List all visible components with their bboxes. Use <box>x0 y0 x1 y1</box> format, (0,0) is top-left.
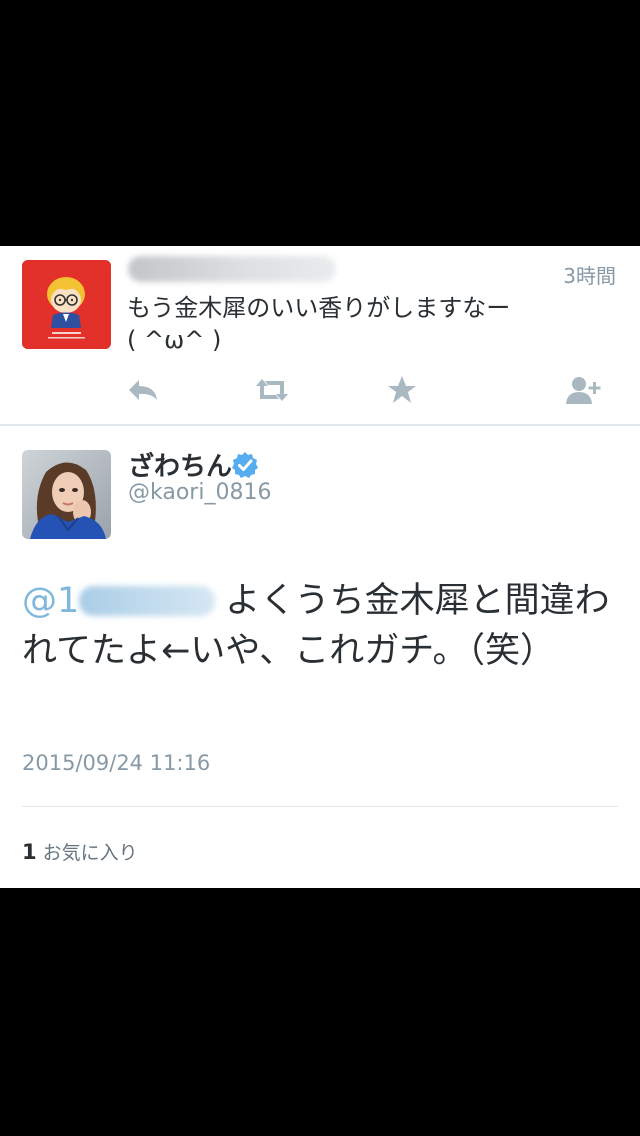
verified-badge-icon <box>232 452 258 478</box>
tweet-time: 3時間 <box>563 264 616 288</box>
tweet-text: もう金木犀のいい香りがしますなー ( ^ω^ ) <box>127 294 511 354</box>
tweet-detail-card: 3時間 もう金木犀のいい香りがしますなー ( ^ω^ ) ざわちん @kaori… <box>0 246 640 888</box>
previous-tweet[interactable]: 3時間 もう金木犀のいい香りがしますなー ( ^ω^ ) <box>0 246 640 424</box>
section-divider <box>0 424 640 426</box>
favorite-star-icon <box>388 376 416 403</box>
profile-avatar-photo[interactable] <box>22 450 111 539</box>
follow-button[interactable] <box>562 368 606 412</box>
user-handle[interactable]: @kaori_0816 <box>128 480 271 505</box>
reply-button[interactable] <box>122 368 166 412</box>
tweet-timestamp: 2015/09/24 11:16 <box>22 751 211 775</box>
favorites-count[interactable]: 1 お気に入り <box>22 838 138 865</box>
stats-divider <box>22 806 618 807</box>
mention-link[interactable]: @1 <box>22 581 225 621</box>
user-avatar-cartoon[interactable] <box>22 260 111 349</box>
retweet-button[interactable] <box>250 368 294 412</box>
favorite-count-number: 1 <box>22 840 37 864</box>
favorite-count-label: お気に入り <box>42 842 138 864</box>
tweet-action-bar <box>0 368 640 412</box>
mention-prefix: @1 <box>22 581 80 621</box>
tweet-body: @1 よくうち金木犀と間違われてたよ←いや、これガチ。（笑） <box>22 576 618 676</box>
retweet-icon <box>256 379 288 401</box>
blurred-mention <box>79 586 216 616</box>
blurred-user-name[interactable] <box>128 256 336 282</box>
black-letterbox-bottom <box>0 888 640 1136</box>
display-name[interactable]: ざわちん <box>128 446 232 483</box>
black-letterbox-top <box>0 0 640 246</box>
favorite-button[interactable] <box>380 368 424 412</box>
reply-icon <box>129 380 157 400</box>
follow-user-icon <box>566 377 601 404</box>
